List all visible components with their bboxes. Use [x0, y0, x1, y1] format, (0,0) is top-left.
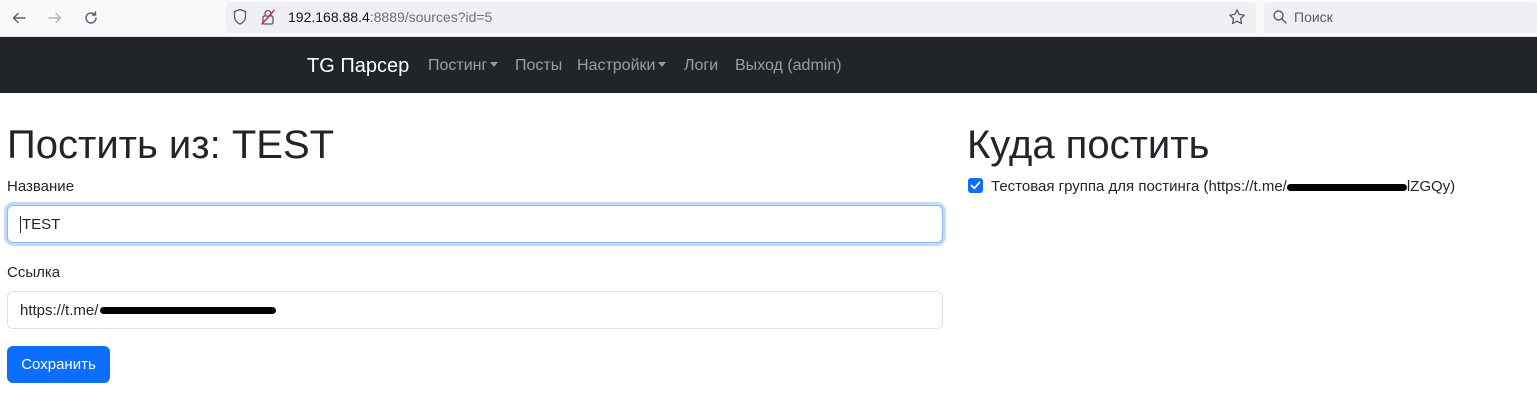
url-path: :8889/sources?id=5: [369, 9, 493, 25]
target-checkbox[interactable]: [968, 178, 983, 193]
reload-button[interactable]: [80, 7, 102, 29]
name-input[interactable]: TEST: [7, 205, 943, 243]
navbar-brand[interactable]: TG Парсер: [307, 55, 409, 78]
url-host: 192.168.88.4: [288, 9, 370, 25]
insecure-lock-icon[interactable]: [260, 8, 276, 26]
page-title: Постить из: TEST: [7, 123, 335, 167]
nav-item-posting[interactable]: Постинг: [428, 57, 499, 75]
target-label-suffix: lZGQy): [1406, 178, 1456, 195]
checkmark-icon: [970, 181, 981, 190]
search-placeholder[interactable]: Поиск: [1294, 9, 1333, 25]
caret-down-icon: [658, 62, 667, 67]
caret-down-icon: [490, 62, 499, 67]
back-button[interactable]: [8, 7, 30, 29]
nav-item-label: Настройки: [577, 57, 656, 74]
nav-item-label: Логи: [684, 57, 719, 74]
name-label: Название: [7, 178, 75, 195]
link-input[interactable]: https://t.me/: [7, 291, 943, 329]
save-button[interactable]: Сохранить: [7, 346, 110, 383]
nav-item-label: Выход (admin): [735, 57, 842, 74]
nav-item-logs[interactable]: Логи: [684, 57, 718, 75]
link-label: Ссылка: [7, 264, 61, 281]
nav-item-label: Посты: [515, 57, 563, 74]
site-navbar: TG Парсер Постинг Посты Настройки Логи В…: [0, 37, 1537, 93]
arrow-left-icon: [12, 12, 26, 24]
reload-icon: [85, 11, 97, 24]
nav-item-posts[interactable]: Посты: [515, 57, 562, 75]
forward-button[interactable]: [44, 7, 66, 29]
nav-item-settings[interactable]: Настройки: [577, 57, 667, 75]
browser-toolbar: 192.168.88.4:8889/sources?id=5 Поиск: [0, 0, 1537, 37]
search-icon: [1273, 10, 1287, 24]
shield-icon[interactable]: [232, 8, 248, 26]
nav-item-label: Постинг: [428, 57, 488, 74]
name-input-value: TEST: [22, 215, 61, 233]
bookmark-star-icon[interactable]: [1228, 8, 1246, 26]
targets-title: Куда постить: [967, 123, 1210, 167]
redaction-mark: [1286, 183, 1407, 191]
nav-item-logout[interactable]: Выход (admin): [735, 57, 842, 75]
url-text[interactable]: 192.168.88.4:8889/sources?id=5: [288, 9, 492, 25]
target-checkbox-label[interactable]: Тестовая группа для постинга (https://t.…: [991, 178, 1455, 195]
target-label-prefix: Тестовая группа для постинга (https://t.…: [991, 178, 1287, 195]
link-input-value: https://t.me/: [20, 301, 99, 319]
redaction-mark: [100, 306, 277, 314]
text-cursor: [20, 215, 21, 233]
arrow-right-icon: [48, 12, 62, 24]
